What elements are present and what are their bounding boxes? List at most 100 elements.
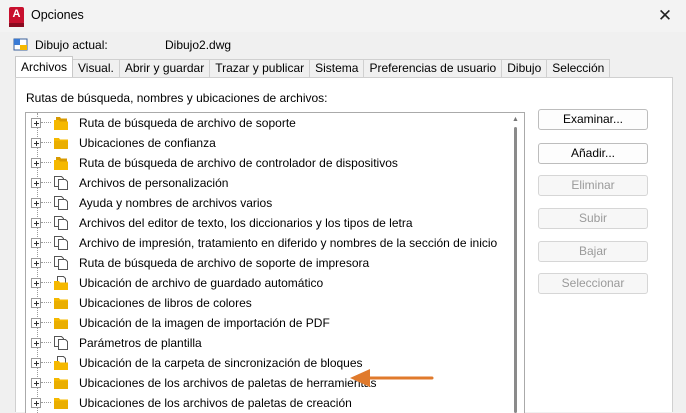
- tree-item[interactable]: Ubicación de la carpeta de sincronizació…: [26, 353, 506, 373]
- expand-plus-icon[interactable]: [31, 358, 41, 368]
- tree-branch-line: [41, 142, 51, 143]
- expand-plus-icon[interactable]: [31, 138, 41, 148]
- tree-item-label: Ruta de búsqueda de archivo de soporte d…: [79, 256, 370, 270]
- move-down-button[interactable]: Bajar: [538, 241, 648, 262]
- tree-branch-line: [41, 242, 51, 243]
- expand-plus-icon[interactable]: [31, 338, 41, 348]
- expand-plus-icon[interactable]: [31, 238, 41, 248]
- tree-item-label: Ubicación de la carpeta de sincronizació…: [79, 356, 363, 370]
- tree-item[interactable]: Ubicaciones de confianza: [26, 133, 506, 153]
- set-current-button[interactable]: Seleccionar: [538, 273, 648, 294]
- tab-preferencias-de-usuario[interactable]: Preferencias de usuario: [363, 59, 503, 77]
- tree-item[interactable]: Ubicaciones de libros de colores: [26, 293, 506, 313]
- tree-item-label: Ubicaciones de los archivos de paletas d…: [79, 376, 377, 390]
- folder-doc-icon: [53, 355, 69, 371]
- folder-icon: [53, 315, 69, 331]
- expand-plus-icon[interactable]: [31, 218, 41, 228]
- tree-item[interactable]: Ruta de búsqueda de archivo de controlad…: [26, 153, 506, 173]
- tree-item[interactable]: Ubicación de archivo de guardado automát…: [26, 273, 506, 293]
- documents-icon: [53, 215, 69, 231]
- expand-plus-icon[interactable]: [31, 278, 41, 288]
- expand-plus-icon[interactable]: [31, 398, 41, 408]
- tree-item-label: Parámetros de plantilla: [79, 336, 202, 350]
- drawing-file-icon: [13, 38, 28, 51]
- expand-plus-icon[interactable]: [31, 178, 41, 188]
- tree-branch-line: [41, 342, 51, 343]
- expand-plus-icon[interactable]: [31, 378, 41, 388]
- move-up-button[interactable]: Subir: [538, 208, 648, 229]
- autocad-app-icon: A: [9, 7, 24, 27]
- expand-plus-icon[interactable]: [31, 298, 41, 308]
- tab-abrir-y-guardar[interactable]: Abrir y guardar: [118, 59, 211, 77]
- tree-item-label: Archivos de personalización: [79, 176, 229, 190]
- tree-scrollbar[interactable]: ▲: [508, 113, 524, 413]
- tab-seleccion[interactable]: Selección: [546, 59, 611, 77]
- tree-item-label: Ubicaciones de libros de colores: [79, 296, 252, 310]
- search-paths-heading: Rutas de búsqueda, nombres y ubicaciones…: [26, 91, 328, 105]
- documents-icon: [53, 195, 69, 211]
- documents-icon: [53, 235, 69, 251]
- tree-branch-line: [41, 322, 51, 323]
- current-drawing-label: Dibujo actual:: [35, 38, 108, 52]
- tree-item[interactable]: Ayuda y nombres de archivos varios: [26, 193, 506, 213]
- tab-trazar-y-publicar[interactable]: Trazar y publicar: [209, 59, 311, 77]
- tree-item[interactable]: Archivos del editor de texto, los diccio…: [26, 213, 506, 233]
- remove-button[interactable]: Eliminar: [538, 175, 648, 196]
- scroll-up-icon[interactable]: ▲: [512, 116, 519, 123]
- tree-item[interactable]: Archivo de impresión, tratamiento en dif…: [26, 233, 506, 253]
- tree-branch-line: [41, 382, 51, 383]
- browse-button[interactable]: Examinar...: [538, 109, 648, 130]
- folder-icon: [53, 395, 69, 411]
- expand-plus-icon[interactable]: [31, 158, 41, 168]
- folder-stack-icon: [53, 115, 69, 131]
- file-paths-tree[interactable]: Ruta de búsqueda de archivo de soporte Ub…: [25, 112, 525, 413]
- tree-item-label: Ubicación de archivo de guardado automát…: [79, 276, 324, 290]
- expand-plus-icon[interactable]: [31, 198, 41, 208]
- tree-item[interactable]: Archivos de personalización: [26, 173, 506, 193]
- tree-branch-line: [41, 162, 51, 163]
- tree-branch-line: [41, 202, 51, 203]
- folder-icon: [53, 295, 69, 311]
- tree-item-label: Ruta de búsqueda de archivo de controlad…: [79, 156, 398, 170]
- tab-visual[interactable]: Visual.: [72, 59, 120, 77]
- options-tab-strip: Archivos Visual. Abrir y guardar Trazar …: [15, 56, 611, 77]
- tree-item[interactable]: Ubicaciones de los archivos de paletas d…: [26, 373, 506, 393]
- tree-item[interactable]: Parámetros de plantilla: [26, 333, 506, 353]
- tree-branch-line: [41, 302, 51, 303]
- tree-item-label: Ayuda y nombres de archivos varios: [79, 196, 273, 210]
- tree-item[interactable]: Ruta de búsqueda de archivo de soporte: [26, 113, 506, 133]
- current-drawing-name: Dibujo2.dwg: [165, 38, 232, 52]
- tree-item-label: Archivos del editor de texto, los diccio…: [79, 216, 413, 230]
- tab-dibujo[interactable]: Dibujo: [501, 59, 548, 77]
- documents-icon: [53, 255, 69, 271]
- scrollbar-thumb[interactable]: [514, 127, 517, 413]
- tree-item-label: Ubicaciones de los archivos de paletas d…: [79, 396, 352, 410]
- tree-item-label: Ubicaciones de confianza: [79, 136, 216, 150]
- window-title: Opciones: [31, 8, 84, 22]
- tab-archivos[interactable]: Archivos: [15, 56, 74, 77]
- add-button[interactable]: Añadir...: [538, 143, 648, 164]
- tree-item[interactable]: Ruta de búsqueda de archivo de soporte d…: [26, 253, 506, 273]
- tree-branch-line: [41, 122, 51, 123]
- files-tab-panel: Rutas de búsqueda, nombres y ubicaciones…: [15, 77, 673, 413]
- tree-branch-line: [41, 402, 51, 403]
- folder-icon: [53, 375, 69, 391]
- tab-sistema[interactable]: Sistema: [309, 59, 365, 77]
- close-icon[interactable]: ✕: [652, 4, 678, 28]
- title-bar: A Opciones ✕: [0, 0, 686, 32]
- tree-item-label: Ubicación de la imagen de importación de…: [79, 316, 330, 330]
- expand-plus-icon[interactable]: [31, 258, 41, 268]
- tree-branch-line: [41, 182, 51, 183]
- folder-doc-icon: [53, 275, 69, 291]
- documents-icon: [53, 335, 69, 351]
- folder-icon: [53, 135, 69, 151]
- folder-stack-icon: [53, 155, 69, 171]
- expand-plus-icon[interactable]: [31, 318, 41, 328]
- tree-item-label: Archivo de impresión, tratamiento en dif…: [79, 236, 498, 250]
- tree-item[interactable]: Ubicaciones de los archivos de paletas d…: [26, 393, 506, 413]
- tree-branch-line: [41, 262, 51, 263]
- tree-branch-line: [41, 362, 51, 363]
- tree-item[interactable]: Ubicación de la imagen de importación de…: [26, 313, 506, 333]
- expand-plus-icon[interactable]: [31, 118, 41, 128]
- annotation-arrow-icon: [350, 369, 434, 387]
